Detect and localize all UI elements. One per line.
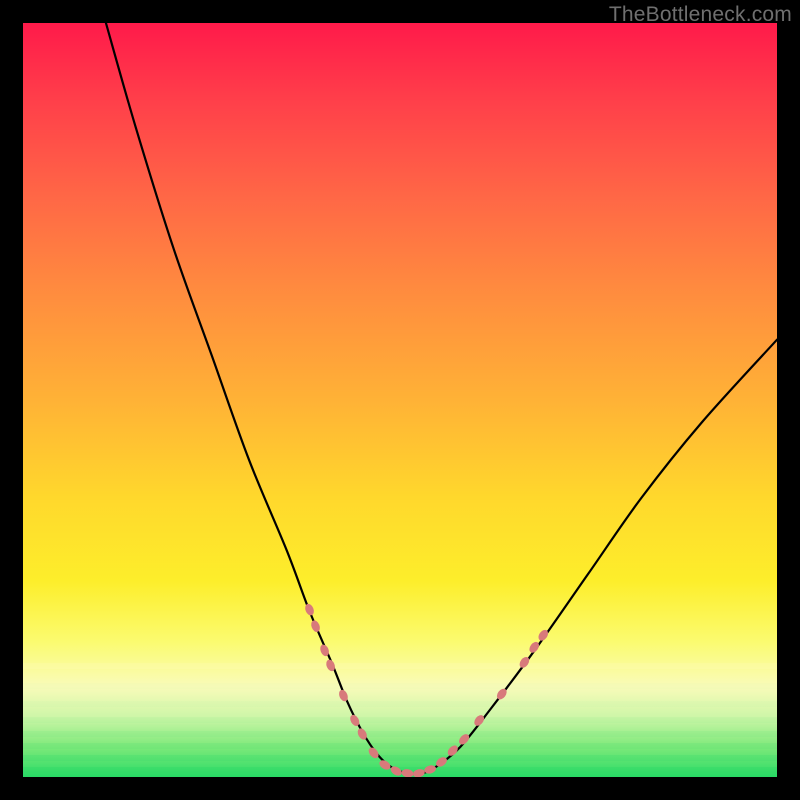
curve-layer — [23, 23, 777, 777]
bottleneck-curve — [106, 23, 777, 774]
curve-bead — [401, 768, 414, 777]
curve-bead — [304, 603, 316, 617]
curve-bead — [310, 619, 322, 633]
chart-frame: TheBottleneck.com — [0, 0, 800, 800]
curve-bead — [378, 758, 392, 771]
plot-area — [23, 23, 777, 777]
watermark-text: TheBottleneck.com — [609, 3, 792, 27]
curve-bead — [412, 768, 426, 777]
